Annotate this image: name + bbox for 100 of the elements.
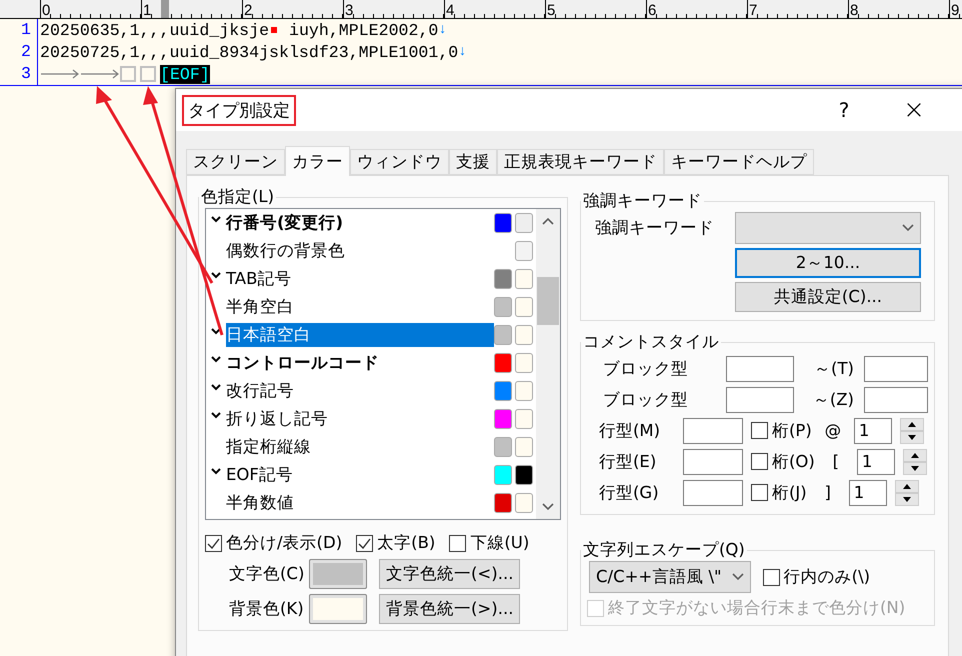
spin-down-button[interactable] bbox=[902, 462, 927, 474]
newline-mark: ↓ bbox=[458, 44, 467, 60]
checkbox[interactable] bbox=[751, 453, 768, 470]
checkbox[interactable] bbox=[751, 422, 768, 439]
checkbox[interactable] bbox=[751, 484, 768, 501]
list-item[interactable]: 半角数値 bbox=[226, 491, 494, 515]
code-text: iuyh,MPLE2002,0 bbox=[288, 20, 438, 40]
code-text: 20250725,1,,,uuid_8934jsklsdf23,MPLE1001,0 bbox=[40, 42, 458, 62]
cursor-column-marker bbox=[161, 0, 169, 18]
settings-button[interactable]: 共通設定(C)... bbox=[735, 282, 921, 312]
spin-down-button[interactable] bbox=[894, 492, 919, 506]
input-field[interactable] bbox=[683, 448, 743, 474]
space-marker-icon bbox=[140, 66, 156, 82]
list-item[interactable]: 行番号(変更行) bbox=[226, 211, 494, 235]
field-label: ] bbox=[824, 483, 832, 502]
tab-arrow-icon bbox=[80, 69, 120, 79]
tab[interactable]: スクリーン bbox=[186, 149, 285, 175]
code-text: 20250635,1,,,uuid_jksje bbox=[40, 20, 270, 40]
number-field[interactable]: 1 bbox=[848, 480, 887, 506]
list-item[interactable]: コントロールコード bbox=[226, 351, 494, 375]
checkbox[interactable] bbox=[762, 568, 780, 586]
tab[interactable]: 正規表現キーワード bbox=[497, 149, 664, 175]
ruler-number: 8 bbox=[849, 2, 858, 19]
field-label: 行型(G) bbox=[599, 482, 660, 504]
group-label: 文字列エスケープ(Q) bbox=[582, 539, 746, 561]
spin-up-button[interactable] bbox=[894, 480, 919, 492]
close-button[interactable]: × bbox=[879, 89, 949, 131]
ruler-number: 1 bbox=[142, 2, 152, 19]
list-item[interactable]: 半角空白 bbox=[226, 295, 494, 319]
field-label: ～(T) bbox=[813, 358, 854, 380]
escape-dropdown[interactable]: C/C++言語風 \" bbox=[589, 561, 751, 593]
tab[interactable]: キーワードヘルプ bbox=[664, 149, 814, 175]
ruler-number: 2 bbox=[243, 2, 252, 19]
list-item[interactable]: 折り返し記号 bbox=[226, 407, 494, 431]
field-label: 行型(M) bbox=[599, 420, 662, 442]
ruler-number: 3 bbox=[344, 2, 354, 19]
scroll-thumb[interactable] bbox=[537, 277, 559, 325]
group-label: 強調キーワード bbox=[582, 190, 703, 212]
input-field[interactable] bbox=[726, 356, 794, 382]
down-triangle-icon bbox=[910, 466, 919, 470]
ruler-number: 9 bbox=[950, 2, 960, 19]
group-label: コメントスタイル bbox=[582, 331, 720, 353]
line-number: 3 bbox=[0, 63, 38, 85]
number-field[interactable]: 1 bbox=[856, 448, 895, 474]
color-label: 文字色(C) bbox=[229, 563, 306, 585]
field-label: [ bbox=[832, 452, 840, 471]
list-item[interactable]: 改行記号 bbox=[226, 379, 494, 403]
color-label: 背景色(K) bbox=[229, 598, 305, 620]
newline-mark: ↓ bbox=[438, 22, 447, 38]
checkbox[interactable] bbox=[205, 534, 222, 552]
field-label: @ bbox=[824, 421, 842, 440]
ruler-number: 0 bbox=[41, 2, 50, 19]
checkbox-label: 終了文字がない場合行末まで色分け(N) bbox=[608, 597, 906, 619]
eof-mark: [EOF] bbox=[160, 64, 210, 84]
up-triangle-icon bbox=[902, 484, 911, 488]
tab[interactable]: ウィンドウ bbox=[350, 149, 449, 175]
checkbox-label: 桁(J) bbox=[772, 482, 807, 504]
color-picker-button[interactable] bbox=[309, 594, 367, 624]
field-label: ブロック型 bbox=[603, 358, 689, 380]
checkbox[interactable] bbox=[449, 534, 466, 552]
list-item[interactable]: 日本語空白 bbox=[226, 323, 494, 347]
list-item[interactable]: EOF記号 bbox=[226, 463, 494, 487]
field-label: ブロック型 bbox=[603, 388, 689, 410]
input-field[interactable] bbox=[864, 356, 928, 382]
chevron-down-icon bbox=[542, 503, 554, 511]
list-item[interactable]: 偶数行の背景色 bbox=[226, 239, 494, 263]
checkbox-label: 行内のみ(\) bbox=[784, 566, 870, 588]
checkbox-label: 桁(O) bbox=[772, 450, 815, 472]
number-field[interactable]: 1 bbox=[854, 418, 892, 444]
ruler-number: 7 bbox=[748, 2, 758, 19]
apply-color-button[interactable]: 文字色統一(<)... bbox=[379, 559, 520, 589]
checkbox-label: 桁(P) bbox=[772, 420, 812, 442]
spin-up-button[interactable] bbox=[902, 448, 927, 462]
settings-button[interactable]: 2～10... bbox=[735, 248, 921, 278]
tab[interactable]: カラー bbox=[285, 146, 350, 176]
spin-up-button[interactable] bbox=[900, 418, 924, 430]
list-item[interactable]: 指定桁縦線 bbox=[226, 435, 494, 459]
line-number: 1 bbox=[0, 19, 38, 41]
list-item[interactable]: TAB記号 bbox=[226, 267, 494, 291]
input-field[interactable] bbox=[683, 480, 743, 506]
up-triangle-icon bbox=[910, 452, 919, 458]
line-number: 2 bbox=[0, 41, 38, 63]
apply-color-button[interactable]: 背景色統一(>)... bbox=[379, 594, 520, 624]
chevron-down-icon bbox=[732, 573, 744, 581]
input-field[interactable] bbox=[683, 418, 743, 444]
group-label: 色指定(L) bbox=[200, 186, 276, 208]
input-field[interactable] bbox=[726, 386, 794, 412]
tab[interactable]: 支援 bbox=[449, 149, 497, 175]
color-picker-button[interactable] bbox=[309, 559, 367, 589]
checkbox[interactable] bbox=[356, 534, 374, 552]
ruler-number: 5 bbox=[546, 2, 556, 19]
up-triangle-icon bbox=[908, 422, 916, 426]
input-field[interactable] bbox=[864, 386, 928, 412]
checkbox-label: 色分け/表示(D) bbox=[226, 532, 342, 554]
field-label: ～(Z) bbox=[812, 388, 854, 410]
space-marker-icon bbox=[120, 66, 136, 82]
down-triangle-icon bbox=[908, 434, 916, 440]
spin-down-button[interactable] bbox=[900, 430, 924, 444]
help-button[interactable]: ? bbox=[809, 89, 879, 131]
checkbox-label: 下線(U) bbox=[470, 532, 530, 554]
